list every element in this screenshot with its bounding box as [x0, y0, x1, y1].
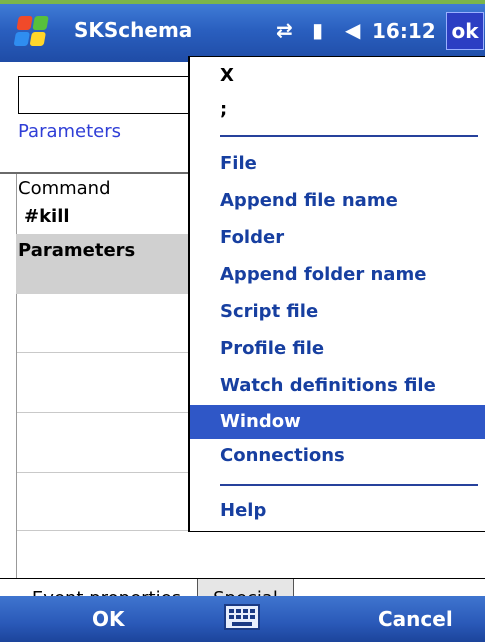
menu-item-append-folder-name[interactable]: Append folder name	[190, 258, 485, 292]
ok-softkey[interactable]: OK	[92, 607, 125, 631]
app-title: SKSchema	[74, 18, 193, 42]
menu-item-window[interactable]: Window	[190, 405, 485, 439]
volume-icon[interactable]: ◀	[345, 18, 360, 42]
menu-separator	[220, 484, 478, 486]
cancel-softkey[interactable]: Cancel	[378, 607, 453, 631]
parameters-label: Parameters	[18, 240, 136, 261]
parameters-link[interactable]: Parameters	[18, 121, 121, 142]
menu-item-x[interactable]: X	[190, 59, 485, 93]
context-menu: X ; File Append file name Folder Append …	[188, 56, 485, 532]
menu-item-profile-file[interactable]: Profile file	[190, 332, 485, 366]
menu-item-file[interactable]: File	[190, 147, 485, 181]
menu-item-connections[interactable]: Connections	[190, 439, 485, 473]
connectivity-icon[interactable]: ⇄	[276, 18, 293, 42]
softkey-bar: OK Cancel	[0, 596, 485, 642]
title-ok-button[interactable]: ok	[446, 12, 484, 50]
menu-item-semicolon[interactable]: ;	[190, 93, 485, 127]
menu-separator	[220, 135, 478, 137]
menu-item-folder[interactable]: Folder	[190, 221, 485, 255]
keyboard-icon[interactable]	[224, 604, 260, 630]
menu-item-append-file-name[interactable]: Append file name	[190, 184, 485, 218]
title-bar: SKSchema ⇄ ▮ ◀ 16:12 ok	[0, 0, 485, 62]
windows-start-icon	[13, 16, 51, 48]
start-button[interactable]	[4, 10, 62, 60]
command-label: Command	[18, 178, 111, 199]
menu-item-watch-definitions-file[interactable]: Watch definitions file	[190, 369, 485, 403]
menu-item-help[interactable]: Help	[190, 494, 485, 528]
signal-icon[interactable]: ▮	[312, 18, 323, 42]
menu-item-script-file[interactable]: Script file	[190, 295, 485, 329]
command-input[interactable]	[18, 76, 192, 114]
command-value[interactable]: #kill	[24, 206, 70, 227]
clock[interactable]: 16:12	[372, 19, 436, 43]
